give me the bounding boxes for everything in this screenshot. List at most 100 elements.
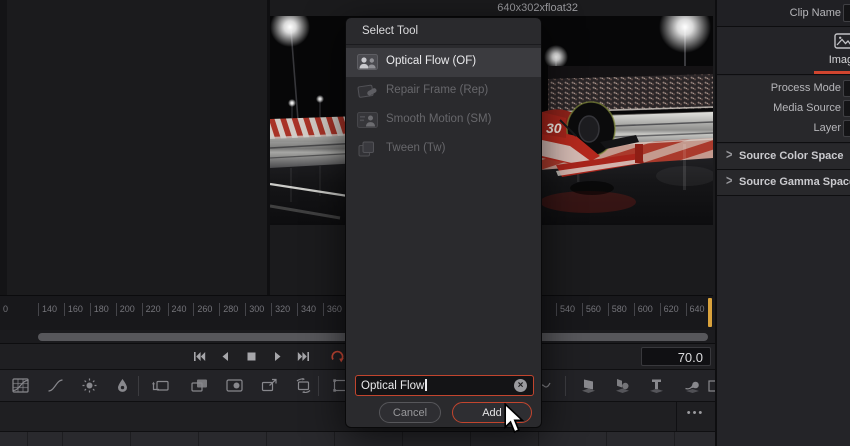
tool-item-label: Smooth Motion (SM) (386, 113, 492, 125)
clip-name-field[interactable] (843, 4, 850, 22)
play-button[interactable] (271, 350, 284, 363)
chevron-right-icon: > (726, 173, 733, 189)
step-back-button[interactable] (219, 350, 232, 363)
ruler-tick (685, 303, 687, 316)
ruler-tick-label: 180 (93, 304, 109, 314)
media-source-label: Media Source (773, 102, 841, 114)
process-mode-label: Process Mode (770, 82, 841, 94)
car-number: 30 (546, 120, 562, 136)
options-menu-icon: ••• (686, 407, 705, 419)
toolbar-divider (138, 376, 139, 396)
cancel-button[interactable]: Cancel (379, 402, 441, 423)
tab-image[interactable]: Image (814, 30, 850, 75)
media-source-row: Media Source (717, 99, 850, 119)
blur-icon[interactable] (114, 378, 132, 394)
panel-options-button[interactable]: ••• (676, 402, 713, 432)
skip-to-end-button[interactable] (297, 350, 310, 363)
ruler-tick-label: 540 (560, 304, 576, 314)
tool-item-label: Optical Flow (OF) (386, 55, 477, 67)
layer-row: Layer (717, 119, 850, 139)
ruler-tick (115, 303, 117, 316)
tool-list: Optical Flow (OF) Repair Frame (Rep) Smo… (346, 48, 541, 164)
timeline-end-marker (708, 298, 712, 327)
select-tool-dialog: Select Tool Optical Flow (OF) Repair Fra… (345, 17, 542, 428)
ruler-tick (63, 303, 65, 316)
image-plane-3d-icon[interactable] (580, 378, 598, 394)
tool-item-label: Repair Frame (Rep) (386, 84, 489, 96)
layer-select[interactable] (843, 120, 850, 137)
source-color-space-section[interactable]: > Source Color Space (717, 144, 850, 170)
inspector-panel: Clip Name Image Process Mode (715, 0, 850, 446)
background-icon[interactable] (152, 378, 170, 394)
ruler-tick (89, 303, 91, 316)
ruler-tick-label: 640 (689, 304, 705, 314)
ruler-tick-label: 620 (663, 304, 679, 314)
optical-flow-icon (357, 54, 378, 70)
layer-label: Layer (813, 122, 841, 134)
ruler-partial-label: 0 (3, 304, 9, 314)
ruler-tick (193, 303, 195, 316)
clear-input-button[interactable]: × (514, 379, 527, 392)
process-mode-row: Process Mode (717, 79, 850, 99)
ruler-tick-label: 140 (42, 304, 58, 314)
ruler-tick-label: 580 (611, 304, 627, 314)
chevron-right-icon: > (726, 147, 733, 163)
color-corrector-icon[interactable] (47, 378, 65, 394)
ruler-tick-label: 600 (637, 304, 653, 314)
tool-item-optical-flow[interactable]: Optical Flow (OF) (346, 48, 541, 77)
source-gamma-space-label: Source Gamma Space (739, 176, 850, 188)
stop-button[interactable] (245, 350, 258, 363)
color-curves-icon[interactable] (12, 378, 30, 394)
merge-icon[interactable] (191, 378, 209, 394)
tool-item-repair-frame[interactable]: Repair Frame (Rep) (346, 77, 541, 106)
shape-3d-icon[interactable] (614, 378, 632, 394)
tab-active-underline (814, 71, 850, 74)
tab-image-label: Image (828, 54, 850, 66)
resize-icon[interactable] (261, 378, 279, 394)
loop-playback-button[interactable] (329, 349, 346, 364)
ruler-tick-label: 560 (585, 304, 601, 314)
tool-item-tween[interactable]: Tween (Tw) (346, 135, 541, 164)
text-caret (425, 379, 427, 391)
ruler-tick-label: 320 (275, 304, 291, 314)
inspector-fields: Process Mode Media Source Layer (717, 76, 850, 143)
repair-frame-icon (357, 83, 378, 99)
keyframe-grid-strip (0, 431, 715, 446)
brightness-contrast-icon[interactable] (81, 378, 99, 394)
left-edge-strip (0, 0, 7, 295)
ruler-tick (581, 303, 583, 316)
toolbar-divider (565, 376, 566, 396)
source-gamma-space-section[interactable]: > Source Gamma Space (717, 170, 850, 196)
merge-3d-icon[interactable] (684, 378, 702, 394)
inspector-empty-area (717, 196, 850, 446)
ruler-tick (607, 303, 609, 316)
clip-name-row: Clip Name (717, 0, 850, 27)
matte-control-icon[interactable] (226, 378, 244, 394)
ruler-tick (322, 303, 324, 316)
ruler-tick (219, 303, 221, 316)
tool-search-input[interactable]: Optical Flow (355, 375, 534, 396)
ruler-tick (633, 303, 635, 316)
transport-controls (193, 349, 346, 364)
media-source-select[interactable] (843, 100, 850, 117)
tool-item-smooth-motion[interactable]: Smooth Motion (SM) (346, 106, 541, 135)
dialog-title: Select Tool (346, 18, 541, 45)
clip-name-label: Clip Name (789, 7, 841, 19)
text-3d-icon[interactable] (648, 378, 666, 394)
ruler-tick (167, 303, 169, 316)
ruler-tick-label: 340 (301, 304, 317, 314)
ruler-tick (556, 303, 557, 316)
skip-to-start-button[interactable] (193, 350, 206, 363)
image-icon (814, 33, 850, 49)
transform-icon[interactable] (295, 378, 313, 394)
ruler-tick-label: 300 (249, 304, 265, 314)
smooth-motion-icon (357, 112, 378, 128)
ruler-tick (271, 303, 273, 316)
ruler-tick-label: 280 (223, 304, 239, 314)
ruler-tick-label: 360 (326, 304, 342, 314)
clear-icon: × (517, 380, 524, 391)
process-mode-select[interactable] (843, 80, 850, 97)
tween-icon (357, 141, 378, 157)
tool-search-value: Optical Flow (361, 380, 425, 392)
playback-speed-field[interactable]: 70.0 (641, 347, 711, 366)
